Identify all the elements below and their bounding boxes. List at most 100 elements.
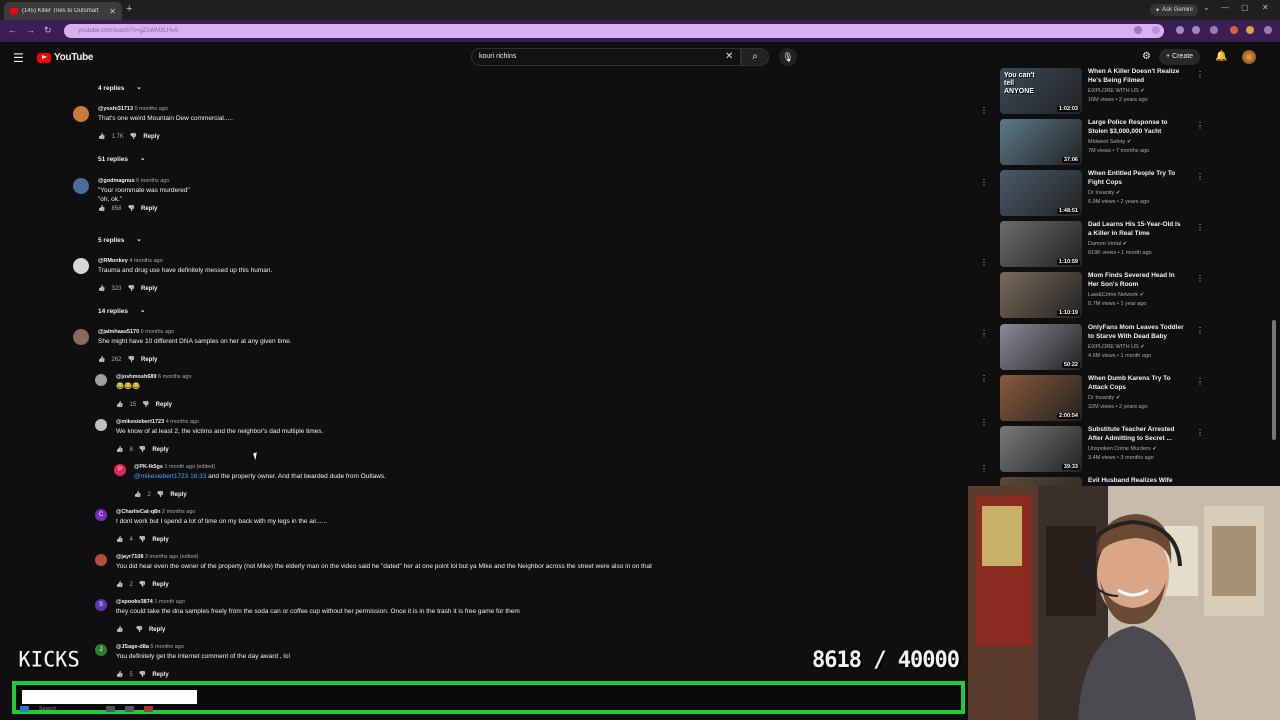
comment-author[interactable]: @godmagnus (98, 178, 135, 184)
comment-author[interactable]: @spookv3874 (116, 599, 153, 605)
taskbar-app-icon[interactable] (125, 705, 135, 712)
taskbar-search[interactable]: Search (39, 706, 56, 712)
cast-icon[interactable] (1134, 26, 1142, 34)
dislike-icon[interactable]: 👎 (139, 671, 146, 678)
voice-search-button[interactable]: 🎙 (779, 48, 797, 66)
comment-time[interactable]: 6 months ago (135, 106, 168, 112)
related-video-item[interactable]: 1:10:59 Dad Learns His 15-Year-Old Is a K… (1000, 221, 1204, 267)
video-thumbnail[interactable] (1000, 477, 1082, 486)
chevron-down-icon[interactable]: ⌄ (140, 306, 145, 314)
video-title[interactable]: When A Killer Doesn't Realize He's Being… (1088, 68, 1184, 85)
more-actions-icon[interactable]: ⋮ (980, 374, 988, 383)
comment-avatar[interactable] (95, 374, 107, 386)
url-field[interactable]: youtube.com/watch?v=gZLWM2LHvA (64, 24, 1164, 38)
related-video-item[interactable]: 1:48:51 When Entitled People Try To Fight… (1000, 170, 1204, 216)
like-icon[interactable]: 👍 (98, 356, 105, 363)
video-channel[interactable]: Damon Verial ✔ (1088, 241, 1127, 247)
reply-button[interactable]: Reply (152, 672, 168, 678)
reply-button[interactable]: Reply (156, 402, 172, 408)
like-icon[interactable]: 👍 (98, 285, 105, 292)
show-replies-button[interactable]: 4 replies (98, 85, 124, 92)
video-title[interactable]: Dad Learns His 15-Year-Old Is a Killer i… (1088, 221, 1184, 238)
comment-avatar[interactable] (73, 178, 89, 194)
comment-time[interactable]: 3 months ago (edited) (145, 554, 199, 560)
video-channel[interactable]: Law&Crime Network ✔ (1088, 292, 1144, 298)
taskbar-app-icon[interactable] (106, 705, 116, 712)
comment-time[interactable]: 2 months ago (162, 509, 195, 515)
chevron-down-icon[interactable]: ⌄ (140, 154, 145, 162)
reply-button[interactable]: Reply (149, 627, 165, 633)
comment-avatar[interactable]: J (95, 644, 107, 656)
create-button[interactable]: + Create (1159, 49, 1201, 65)
video-thumbnail[interactable]: 1:10:59 (1000, 221, 1082, 267)
video-title[interactable]: Evil Husband Realizes Wife (1088, 477, 1184, 486)
comment-avatar[interactable]: S (95, 599, 107, 611)
video-channel[interactable]: EXPLORE WITH US ✔ (1088, 88, 1145, 94)
close-tab-icon[interactable]: ✕ (109, 7, 116, 16)
comment-time[interactable]: 6 months ago (136, 178, 169, 184)
related-video-item[interactable]: You can't tell ANYONE 1:02:03 When A Kille… (1000, 68, 1204, 114)
dislike-icon[interactable]: 👎 (128, 356, 135, 363)
comment-author[interactable]: @RMonkey (98, 258, 128, 264)
related-video-item[interactable]: Evil Husband Realizes Wife⋮ (1000, 477, 1190, 486)
comment-author[interactable]: @yoshi31713 (98, 106, 133, 112)
comment-time[interactable]: 6 months ago (158, 374, 191, 380)
video-menu-icon[interactable]: ⋮ (1196, 121, 1204, 130)
video-thumbnail[interactable]: 37:06 (1000, 119, 1082, 165)
related-video-item[interactable]: 50:22 OnlyFans Mom Leaves Toddler to Star… (1000, 324, 1204, 370)
dislike-icon[interactable]: 👎 (139, 446, 146, 453)
comment-author[interactable]: @CharlieCat-q8n (116, 509, 160, 515)
tab-search-icon[interactable]: ⌄ (1203, 3, 1210, 12)
bookmark-star-icon[interactable] (1152, 26, 1160, 34)
comment-avatar[interactable]: P (114, 464, 126, 476)
more-actions-icon[interactable]: ⋮ (980, 464, 988, 473)
comment-time[interactable]: 6 months ago (141, 329, 174, 335)
dislike-icon[interactable]: 👎 (139, 581, 146, 588)
comment-avatar[interactable] (95, 554, 107, 566)
video-menu-icon[interactable]: ⋮ (1196, 326, 1204, 335)
comment-author[interactable]: @jalmhaas5170 (98, 329, 139, 335)
related-video-item[interactable]: 2:00:54 When Dumb Karens Try To Attack Co… (1000, 375, 1204, 421)
extension-icon[interactable] (1176, 26, 1184, 34)
more-actions-icon[interactable]: ⋮ (980, 418, 988, 427)
like-icon[interactable]: 👍 (116, 401, 123, 408)
search-button[interactable]: ⌕ (741, 48, 769, 66)
show-replies-button[interactable]: 51 replies (98, 156, 128, 163)
related-video-item[interactable]: 37:06 Large Police Response to Stolen $3,… (1000, 119, 1204, 165)
comment-author[interactable]: @PK-lk5gs (134, 464, 163, 470)
related-video-item[interactable]: 1:10:19 Mom Finds Severed Head In Her Son… (1000, 272, 1204, 318)
clear-search-icon[interactable]: ✕ (725, 51, 733, 62)
comment-avatar[interactable] (73, 106, 89, 122)
dislike-icon[interactable]: 👎 (139, 536, 146, 543)
video-channel[interactable]: Dr Insanity ✔ (1088, 395, 1120, 401)
reload-icon[interactable]: ↻ (44, 25, 52, 36)
download-icon[interactable] (1210, 26, 1218, 34)
video-menu-icon[interactable]: ⋮ (1196, 377, 1204, 386)
like-icon[interactable]: 👍 (116, 536, 123, 543)
video-menu-icon[interactable]: ⋮ (1196, 172, 1204, 181)
forward-icon[interactable]: → (26, 25, 35, 35)
comment-author[interactable]: @mikesiebert1723 (116, 419, 164, 425)
account-avatar[interactable] (1242, 50, 1256, 64)
video-title[interactable]: Substitute Teacher Arrested After Admitt… (1088, 426, 1184, 443)
back-icon[interactable]: ← (8, 25, 17, 35)
dislike-icon[interactable]: 👎 (128, 285, 135, 292)
notifications-bell-icon[interactable]: 🔔 (1215, 51, 1227, 62)
dislike-icon[interactable]: 👎 (128, 205, 135, 212)
browser-tab[interactable]: (145) Killer Tries to Outsmart ✕ (4, 2, 122, 20)
video-menu-icon[interactable]: ⋮ (1196, 274, 1204, 283)
comment-time[interactable]: 1 month ago (edited) (164, 464, 215, 470)
comment-avatar[interactable] (73, 329, 89, 345)
like-icon[interactable]: 👍 (116, 446, 123, 453)
comment-time[interactable]: 4 months ago (129, 258, 162, 264)
video-title[interactable]: Mom Finds Severed Head In Her Son's Room (1088, 272, 1184, 289)
minimize-icon[interactable]: — (1221, 3, 1229, 12)
reply-button[interactable]: Reply (143, 134, 159, 140)
video-thumbnail[interactable]: 1:10:19 (1000, 272, 1082, 318)
start-icon[interactable] (20, 705, 29, 712)
more-actions-icon[interactable]: ⋮ (980, 178, 988, 187)
video-title[interactable]: Large Police Response to Stolen $3,000,0… (1088, 119, 1184, 136)
reply-button[interactable]: Reply (152, 447, 168, 453)
comment-author[interactable]: @joshmosh689 (116, 374, 157, 380)
comment-avatar[interactable] (95, 419, 107, 431)
